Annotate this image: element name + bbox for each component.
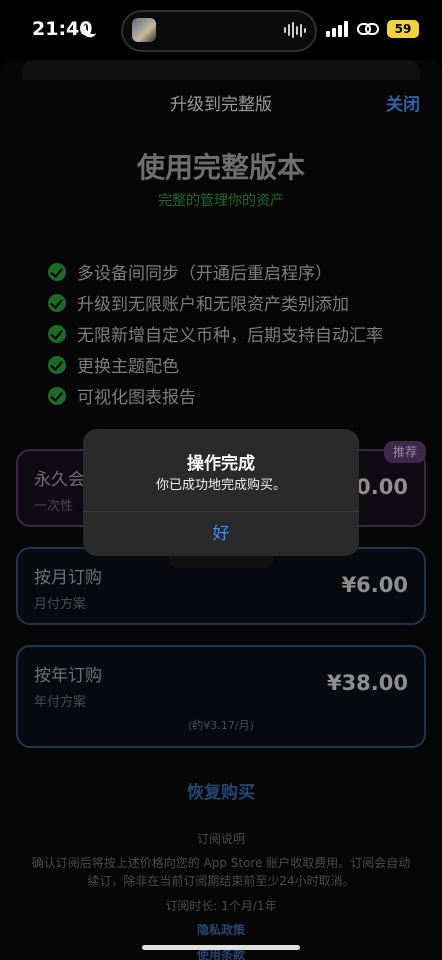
close-button[interactable]: 关闭 <box>386 90 420 115</box>
plan-name: 按年订购 <box>34 666 102 686</box>
privacy-policy-link[interactable]: 隐私政策 <box>0 921 442 938</box>
plan-yearly-card[interactable]: 按年订购 年付方案 ¥38.00 (约¥3.17/月) <box>16 645 426 748</box>
home-indicator[interactable] <box>142 945 300 950</box>
plan-description: 年付方案 <box>34 695 87 710</box>
waveform-icon <box>284 22 308 38</box>
plan-description: 月付方案 <box>34 597 87 612</box>
battery-icon: 59 <box>387 20 419 38</box>
album-thumbnail[interactable] <box>132 18 156 42</box>
feature-text: 升级到无限账户和无限资产类别添加 <box>77 295 349 315</box>
plan-name: 永久会 <box>34 470 85 490</box>
checkmark-icon <box>48 386 66 405</box>
feature-text: 无限新增自定义币种，后期支持自动汇率 <box>77 326 383 346</box>
subscription-duration: 订阅时长: 1个月/1年 <box>165 899 277 913</box>
checkmark-icon <box>48 293 66 312</box>
hero-title: 使用完整版本 <box>136 151 305 184</box>
purchase-complete-alert: 操作完成 你已成功地完成购买。 好 <box>83 429 359 556</box>
feature-item: 无限新增自定义币种，后期支持自动汇率 <box>48 318 408 349</box>
plan-monthly-equivalent: (约¥3.17/月) <box>188 719 254 732</box>
feature-item: 升级到无限账户和无限资产类别添加 <box>48 287 408 318</box>
checkmark-icon <box>48 324 66 343</box>
plan-price: 0.00 <box>356 475 408 499</box>
alert-message: 你已成功地完成购买。 <box>155 478 286 493</box>
feature-item: 更换主题配色 <box>48 349 408 380</box>
checkmark-icon <box>48 355 66 374</box>
feature-list: 多设备间同步（开通后重启程序） 升级到无限账户和无限资产类别添加 无限新增自定义… <box>48 256 408 411</box>
plan-price: ¥6.00 <box>341 573 408 597</box>
alert-title: 操作完成 <box>187 454 255 474</box>
plan-price: ¥38.00 <box>326 671 408 695</box>
nav-title: 升级到完整版 <box>170 95 272 115</box>
status-time: 21:40 <box>32 18 93 40</box>
hero-subtitle: 完整的管理你的资产 <box>158 193 284 209</box>
sheet-stack-edge <box>22 60 420 80</box>
link-icon <box>357 23 379 35</box>
feature-text: 多设备间同步（开通后重启程序） <box>77 264 332 284</box>
feature-item: 多设备间同步（开通后重启程序） <box>48 256 408 287</box>
feature-text: 更换主题配色 <box>77 357 179 377</box>
recommended-badge: 推荐 <box>384 441 426 463</box>
checkmark-icon <box>48 262 66 281</box>
plan-name: 按月订购 <box>34 568 102 588</box>
plan-description: 一次性 <box>34 499 74 514</box>
feature-text: 可视化图表报告 <box>77 388 196 408</box>
signal-icon <box>326 21 350 37</box>
feature-item: 可视化图表报告 <box>48 380 408 411</box>
restore-purchase-button[interactable]: 恢复购买 <box>0 778 442 803</box>
subscription-terms: 确认订阅后将按上述价格向您的 App Store 账户收取费用。订阅会自动续订，… <box>31 856 411 888</box>
status-bar: 21:40 59 <box>0 0 442 62</box>
subscription-heading: 订阅说明 <box>196 832 245 846</box>
alert-ok-button[interactable]: 好 <box>83 512 359 556</box>
